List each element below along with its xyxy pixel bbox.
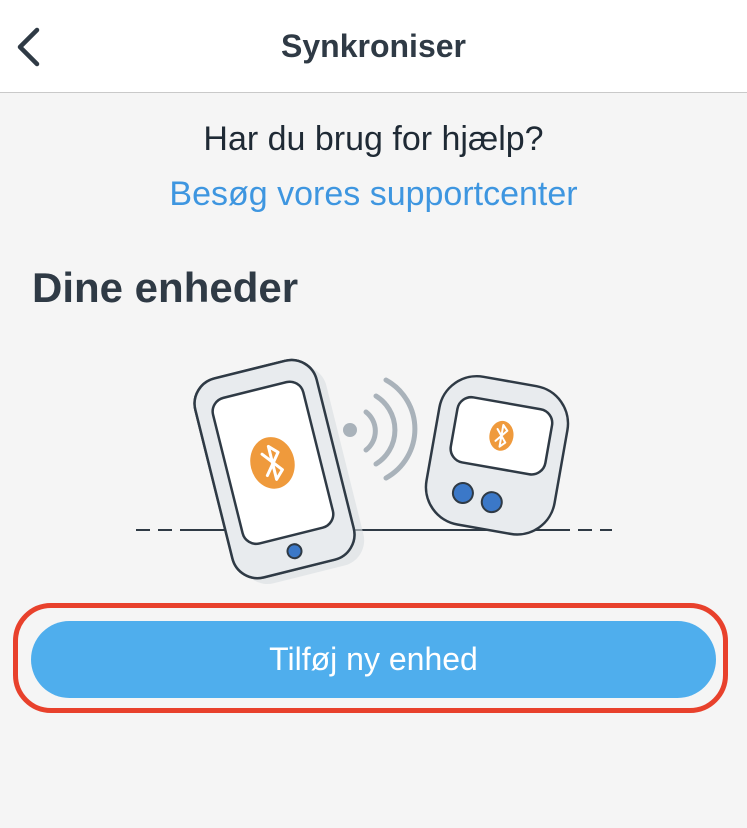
help-question: Har du brug for hjælp? bbox=[203, 120, 544, 158]
phone-icon bbox=[193, 358, 365, 584]
add-new-device-button[interactable]: Tilføj ny enhed bbox=[31, 621, 716, 698]
header-bar: Synkroniser bbox=[0, 0, 747, 93]
sync-devices-illustration bbox=[130, 350, 620, 585]
tracker-device-icon bbox=[424, 374, 570, 536]
signal-waves-icon bbox=[343, 377, 418, 481]
devices-section-title: Dine enheder bbox=[32, 264, 299, 311]
support-center-link[interactable]: Besøg vores supportcenter bbox=[0, 175, 747, 214]
page-title: Synkroniser bbox=[281, 28, 466, 64]
